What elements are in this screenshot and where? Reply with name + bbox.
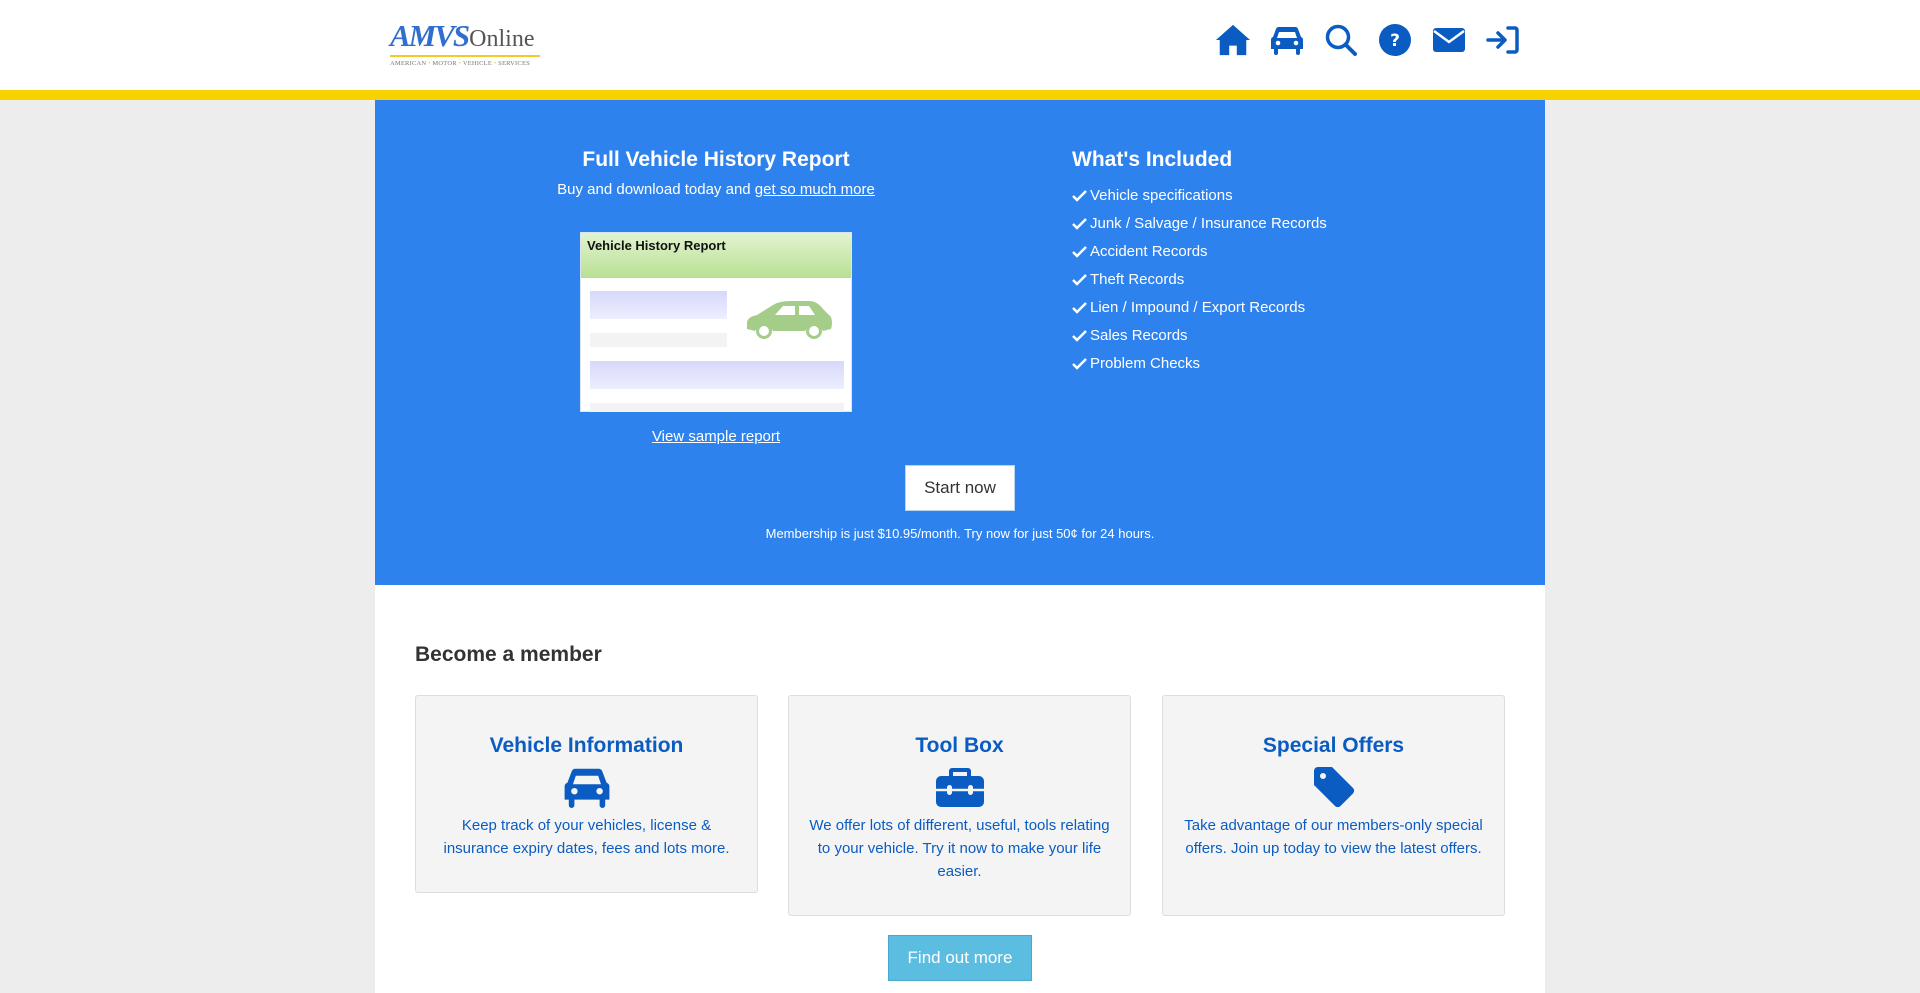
included-title: What's Included: [1072, 148, 1233, 171]
home-icon[interactable]: [1215, 22, 1251, 58]
envelope-icon[interactable]: [1431, 22, 1467, 58]
car-icon: [416, 762, 757, 812]
report-promo: Full Vehicle History Report Buy and down…: [375, 148, 1057, 198]
view-sample-report-link[interactable]: View sample report: [652, 428, 780, 445]
included-item: Junk / Salvage / Insurance Records: [1072, 209, 1327, 237]
sample-report-thumbnail[interactable]: Vehicle History Report: [580, 232, 852, 412]
get-so-much-more-link[interactable]: get so much more: [755, 181, 875, 198]
car-image-icon: [747, 301, 832, 339]
start-now-button[interactable]: Start now: [905, 465, 1015, 511]
hero-title: Full Vehicle History Report: [582, 148, 850, 171]
card-title: Vehicle Information: [489, 734, 684, 757]
card-description: Take advantage of our members-only speci…: [1184, 817, 1483, 857]
sign-in-icon[interactable]: [1485, 22, 1521, 58]
check-icon: [1072, 357, 1087, 370]
member-title: Become a member: [415, 643, 602, 666]
included-item: Vehicle specifications: [1072, 181, 1327, 209]
vehicle-report-hero: Full Vehicle History Report Buy and down…: [375, 100, 1545, 585]
hero-subtitle: Buy and download today and get so much m…: [557, 181, 875, 198]
check-icon: [1072, 301, 1087, 314]
help-icon[interactable]: ?: [1377, 22, 1413, 58]
top-nav: ?: [1215, 22, 1521, 58]
card-tool-box[interactable]: Tool Box We offer lots of different, use…: [788, 695, 1131, 916]
become-member-section: Become a member Vehicle Information Keep…: [375, 585, 1545, 993]
card-description: Keep track of your vehicles, license & i…: [443, 817, 730, 857]
toolbox-icon: [789, 762, 1130, 812]
card-special-offers[interactable]: Special Offers Take advantage of our mem…: [1162, 695, 1505, 916]
thumbnail-row: [590, 333, 727, 347]
thumbnail-block: [590, 361, 844, 389]
included-item: Accident Records: [1072, 237, 1327, 265]
card-vehicle-information[interactable]: Vehicle Information Keep track of your v…: [415, 695, 758, 893]
amvs-logo[interactable]: AMVS Online AMERICAN • MOTOR • VEHICLE •…: [390, 18, 542, 67]
logo-suffix: Online: [469, 26, 535, 52]
find-out-more-button[interactable]: Find out more: [888, 935, 1032, 981]
view-sample-wrap: View sample report: [375, 428, 1057, 445]
whats-included: What's Included Vehicle specifications J…: [1072, 148, 1327, 377]
check-icon: [1072, 189, 1087, 202]
logo-brand: AMVS: [390, 18, 470, 53]
included-item: Sales Records: [1072, 321, 1327, 349]
included-item: Theft Records: [1072, 265, 1327, 293]
check-icon: [1072, 273, 1087, 286]
header-accent-bar: [0, 90, 1920, 100]
card-description: We offer lots of different, useful, tool…: [809, 817, 1110, 880]
thumbnail-title: Vehicle History Report: [581, 233, 851, 278]
thumbnail-block: [590, 291, 727, 319]
site-header: AMVS Online AMERICAN • MOTOR • VEHICLE •…: [0, 0, 1920, 90]
thumbnail-row: [590, 403, 844, 412]
check-icon: [1072, 217, 1087, 230]
membership-note: Membership is just $10.95/month. Try now…: [765, 526, 1155, 541]
logo-underline: [390, 55, 540, 57]
logo-tagline: AMERICAN • MOTOR • VEHICLE • SERVICES: [390, 60, 530, 67]
card-title: Special Offers: [1262, 734, 1405, 757]
included-item: Problem Checks: [1072, 349, 1327, 377]
car-icon[interactable]: [1269, 22, 1305, 58]
check-icon: [1072, 245, 1087, 258]
search-icon[interactable]: [1323, 22, 1359, 58]
tag-icon: [1163, 762, 1504, 812]
included-list: Vehicle specifications Junk / Salvage / …: [1072, 181, 1327, 377]
check-icon: [1072, 329, 1087, 342]
included-item: Lien / Impound / Export Records: [1072, 293, 1327, 321]
card-title: Tool Box: [915, 734, 1004, 757]
svg-text:?: ?: [1390, 31, 1400, 51]
